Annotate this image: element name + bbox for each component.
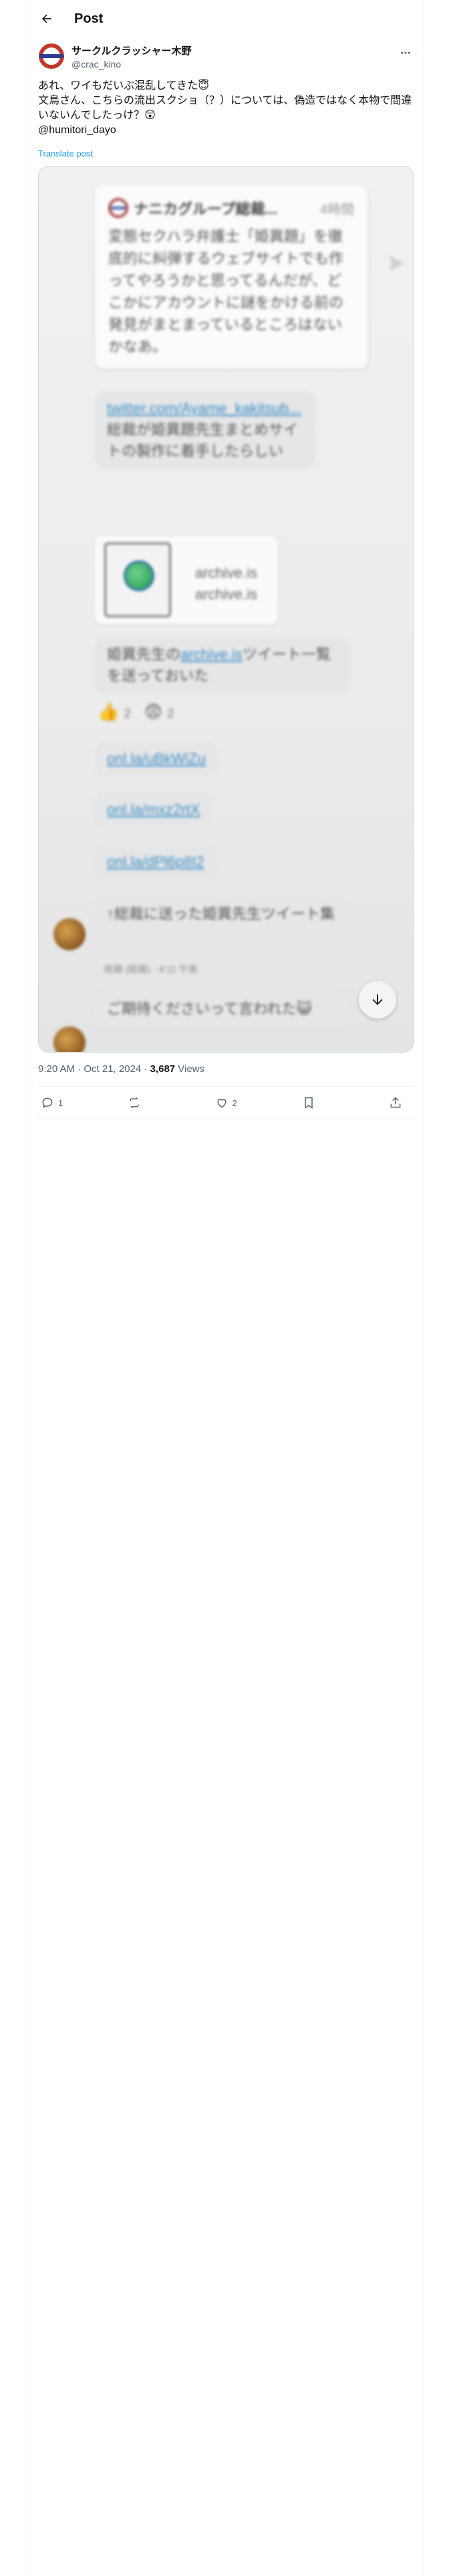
message-bubble: 姫異先生のarchive.isツイート一覧を送っておいた: [95, 637, 351, 693]
arrow-down-icon: [372, 994, 383, 1005]
mention-link[interactable]: @humitori_dayo: [38, 123, 414, 138]
action-bar: 1 2: [38, 1087, 414, 1119]
card-title: ナニカグループ総裁...: [134, 201, 278, 217]
reply-icon: [42, 1097, 53, 1109]
bubble-link: onl.la/dPl6p8I2: [107, 853, 204, 870]
bubble-text: 姫異先生の: [107, 646, 181, 663]
avatar[interactable]: [38, 43, 65, 70]
reaction-count: 2: [167, 707, 174, 720]
main-column: Post サークルクラッシャー木野 @crac_kino あれ、ワイもだいぶ混乱…: [27, 0, 424, 2576]
more-options-button[interactable]: [397, 45, 414, 60]
bubble-link: onl.la/uBkWiZu: [107, 750, 206, 767]
message-bubble: twitter.com/Ayame_kakitsub... 総裁が姫異題先生まと…: [95, 391, 315, 469]
share-button[interactable]: [389, 1096, 412, 1109]
views-count: 3,687: [150, 1063, 176, 1075]
blurred-screenshot: ナニカグループ総裁... 4時間 変態セクハラ弁護士「姫異題」を徹底的に糾弾する…: [39, 167, 414, 1052]
message-bubble: onl.la/dPl6p8I2: [95, 845, 216, 879]
author-handle[interactable]: @crac_kino: [71, 58, 192, 70]
scroll-down-button: [359, 981, 396, 1018]
more-icon: [401, 51, 410, 54]
bubble-text: ご期待くださいって言われた😺: [107, 1000, 312, 1017]
back-button[interactable]: [35, 7, 58, 30]
reply-count: 1: [58, 1097, 63, 1108]
arrow-left-icon: [42, 14, 51, 23]
sender-avatar: [53, 918, 86, 950]
sender-meta: 総裁 (総裁) · 4:11 午後: [104, 964, 198, 974]
repost-icon: [130, 1097, 139, 1109]
translate-link[interactable]: Translate post: [38, 148, 93, 158]
views-label: Views: [175, 1063, 205, 1075]
heart-icon: [216, 1099, 227, 1108]
repost-button[interactable]: [128, 1096, 150, 1109]
tweet-line: 文鳥さん、こちらの流出スクショ（？）については、偽造ではなく本物で間違いないんで…: [38, 95, 412, 121]
reaction-shocked: 😨 2: [144, 702, 174, 722]
card-logo-icon: [108, 198, 128, 218]
archive-jar-icon: [104, 542, 171, 617]
bubble-link: onl.la/mxz2rtX: [107, 801, 200, 818]
card-text: 変態セクハラ弁護士「姫異題」を徹底的に糾弾するウェブサイトでも作ってやろうかと思…: [108, 228, 344, 355]
reaction-count: 2: [124, 707, 131, 720]
post-timestamp[interactable]: 9:20 AM · Oct 21, 2024 ·: [38, 1063, 150, 1075]
archive-label: archive.is: [195, 586, 257, 603]
message-bubble: ↑総裁に送った姫異先生ツイート集: [95, 897, 349, 932]
tweet-image[interactable]: ナニカグループ総裁... 4時間 変態セクハラ弁護士「姫異題」を徹底的に糾弾する…: [38, 166, 414, 1053]
bubble-link: archive.is: [180, 646, 243, 663]
author-row: サークルクラッシャー木野 @crac_kino: [38, 43, 414, 72]
post-meta: 9:20 AM · Oct 21, 2024 · 3,687 Views: [38, 1063, 204, 1075]
top-bar: Post: [27, 0, 425, 37]
quoted-card: ナニカグループ総裁... 4時間 変態セクハラ弁護士「姫異題」を徹底的に糾弾する…: [95, 185, 367, 368]
message-bubble: ご期待くださいって言われた😺: [95, 992, 349, 1027]
bubble-text: 総裁が姫異題先生まとめサイトの製作に着手したらしい: [107, 421, 299, 459]
like-button[interactable]: 2: [215, 1096, 238, 1109]
bookmark-icon: [305, 1097, 313, 1109]
sender-avatar: [53, 1027, 86, 1052]
like-count: 2: [232, 1097, 237, 1108]
reaction-thumbs: 👍 2: [98, 702, 131, 722]
reply-button[interactable]: 1: [41, 1096, 63, 1109]
share-icon: [390, 1097, 401, 1108]
bookmark-button[interactable]: [302, 1096, 325, 1109]
page-title: Post: [74, 11, 104, 26]
tweet-text: あれ、ワイもだいぶ混乱してきた😇 文鳥さん、こちらの流出スクショ（？）については…: [38, 79, 414, 138]
archive-thumbnail: archive.is archive.is: [95, 536, 278, 624]
message-bubble: onl.la/uBkWiZu: [95, 742, 218, 776]
bubble-text: ↑総裁に送った姫異先生ツイート集: [107, 905, 335, 922]
author-display-name[interactable]: サークルクラッシャー木野: [71, 45, 192, 58]
tweet-line: あれ、ワイもだいぶ混乱してきた😇: [38, 80, 209, 92]
bubble-link: twitter.com/Ayame_kakitsub...: [107, 400, 301, 417]
send-icon: [389, 255, 405, 272]
card-time: 4時間: [319, 202, 354, 217]
archive-label: archive.is: [195, 564, 257, 581]
message-bubble: onl.la/mxz2rtX: [95, 792, 212, 827]
